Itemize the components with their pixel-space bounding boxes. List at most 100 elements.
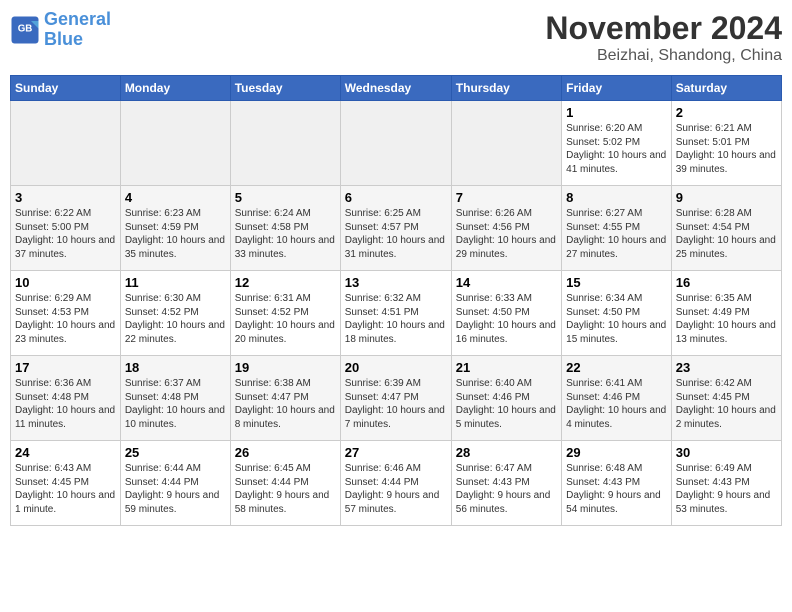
calendar-cell: 13 Sunrise: 6:32 AM Sunset: 4:51 PM Dayli… xyxy=(340,271,451,356)
day-number: 27 xyxy=(345,445,447,460)
day-info: Sunrise: 6:39 AM Sunset: 4:47 PM Dayligh… xyxy=(345,377,447,431)
calendar-header: SundayMondayTuesdayWednesdayThursdayFrid… xyxy=(11,76,782,101)
day-info: Sunrise: 6:37 AM Sunset: 4:48 PM Dayligh… xyxy=(125,377,226,431)
day-number: 5 xyxy=(235,190,336,205)
calendar-cell: 17 Sunrise: 6:36 AM Sunset: 4:48 PM Dayli… xyxy=(11,356,121,441)
day-info: Sunrise: 6:43 AM Sunset: 4:45 PM Dayligh… xyxy=(15,462,116,516)
day-number: 25 xyxy=(125,445,226,460)
day-number: 18 xyxy=(125,360,226,375)
calendar-cell: 27 Sunrise: 6:46 AM Sunset: 4:44 PM Dayli… xyxy=(340,441,451,526)
day-info: Sunrise: 6:20 AM Sunset: 5:02 PM Dayligh… xyxy=(566,122,667,176)
weekday-header-monday: Monday xyxy=(120,76,230,101)
calendar-cell: 18 Sunrise: 6:37 AM Sunset: 4:48 PM Dayli… xyxy=(120,356,230,441)
day-info: Sunrise: 6:35 AM Sunset: 4:49 PM Dayligh… xyxy=(676,292,777,346)
day-info: Sunrise: 6:25 AM Sunset: 4:57 PM Dayligh… xyxy=(345,207,447,261)
calendar-cell xyxy=(11,101,121,186)
day-number: 3 xyxy=(15,190,116,205)
day-info: Sunrise: 6:29 AM Sunset: 4:53 PM Dayligh… xyxy=(15,292,116,346)
calendar-cell: 26 Sunrise: 6:45 AM Sunset: 4:44 PM Dayli… xyxy=(230,441,340,526)
day-number: 6 xyxy=(345,190,447,205)
day-number: 13 xyxy=(345,275,447,290)
day-number: 22 xyxy=(566,360,667,375)
logo-text: General Blue xyxy=(44,10,111,50)
day-info: Sunrise: 6:31 AM Sunset: 4:52 PM Dayligh… xyxy=(235,292,336,346)
day-number: 26 xyxy=(235,445,336,460)
calendar-cell xyxy=(230,101,340,186)
calendar-cell: 2 Sunrise: 6:21 AM Sunset: 5:01 PM Daylig… xyxy=(671,101,781,186)
day-number: 4 xyxy=(125,190,226,205)
calendar-cell: 7Sunrise: 6:26 AM Sunset: 4:56 PM Daylig… xyxy=(451,186,561,271)
logo-line2: Blue xyxy=(44,29,83,49)
calendar-cell: 24Sunrise: 6:43 AM Sunset: 4:45 PM Dayli… xyxy=(11,441,121,526)
weekday-header-tuesday: Tuesday xyxy=(230,76,340,101)
day-info: Sunrise: 6:22 AM Sunset: 5:00 PM Dayligh… xyxy=(15,207,116,261)
day-number: 16 xyxy=(676,275,777,290)
day-info: Sunrise: 6:23 AM Sunset: 4:59 PM Dayligh… xyxy=(125,207,226,261)
calendar-cell: 28 Sunrise: 6:47 AM Sunset: 4:43 PM Dayli… xyxy=(451,441,561,526)
day-info: Sunrise: 6:48 AM Sunset: 4:43 PM Dayligh… xyxy=(566,462,667,516)
weekday-header-saturday: Saturday xyxy=(671,76,781,101)
day-number: 28 xyxy=(456,445,557,460)
calendar-cell xyxy=(451,101,561,186)
day-number: 23 xyxy=(676,360,777,375)
day-number: 17 xyxy=(15,360,116,375)
day-info: Sunrise: 6:45 AM Sunset: 4:44 PM Dayligh… xyxy=(235,462,336,516)
day-info: Sunrise: 6:27 AM Sunset: 4:55 PM Dayligh… xyxy=(566,207,667,261)
calendar-week-5: 24Sunrise: 6:43 AM Sunset: 4:45 PM Dayli… xyxy=(11,441,782,526)
logo-line1: General xyxy=(44,9,111,29)
weekday-header-row: SundayMondayTuesdayWednesdayThursdayFrid… xyxy=(11,76,782,101)
calendar-body: 1 Sunrise: 6:20 AM Sunset: 5:02 PM Daylig… xyxy=(11,101,782,526)
day-info: Sunrise: 6:32 AM Sunset: 4:51 PM Dayligh… xyxy=(345,292,447,346)
day-info: Sunrise: 6:41 AM Sunset: 4:46 PM Dayligh… xyxy=(566,377,667,431)
calendar-cell: 21Sunrise: 6:40 AM Sunset: 4:46 PM Dayli… xyxy=(451,356,561,441)
day-number: 7 xyxy=(456,190,557,205)
day-info: Sunrise: 6:49 AM Sunset: 4:43 PM Dayligh… xyxy=(676,462,777,516)
day-info: Sunrise: 6:28 AM Sunset: 4:54 PM Dayligh… xyxy=(676,207,777,261)
day-info: Sunrise: 6:21 AM Sunset: 5:01 PM Dayligh… xyxy=(676,122,777,176)
day-number: 8 xyxy=(566,190,667,205)
calendar-cell: 19Sunrise: 6:38 AM Sunset: 4:47 PM Dayli… xyxy=(230,356,340,441)
calendar-cell: 6 Sunrise: 6:25 AM Sunset: 4:57 PM Daylig… xyxy=(340,186,451,271)
day-info: Sunrise: 6:36 AM Sunset: 4:48 PM Dayligh… xyxy=(15,377,116,431)
day-number: 30 xyxy=(676,445,777,460)
calendar-table: SundayMondayTuesdayWednesdayThursdayFrid… xyxy=(10,75,782,526)
day-info: Sunrise: 6:24 AM Sunset: 4:58 PM Dayligh… xyxy=(235,207,336,261)
day-info: Sunrise: 6:44 AM Sunset: 4:44 PM Dayligh… xyxy=(125,462,226,516)
day-number: 1 xyxy=(566,105,667,120)
calendar-cell: 23 Sunrise: 6:42 AM Sunset: 4:45 PM Dayli… xyxy=(671,356,781,441)
svg-text:GB: GB xyxy=(18,23,33,34)
day-number: 9 xyxy=(676,190,777,205)
calendar-week-3: 10 Sunrise: 6:29 AM Sunset: 4:53 PM Dayli… xyxy=(11,271,782,356)
day-number: 2 xyxy=(676,105,777,120)
day-info: Sunrise: 6:46 AM Sunset: 4:44 PM Dayligh… xyxy=(345,462,447,516)
weekday-header-sunday: Sunday xyxy=(11,76,121,101)
logo-icon: GB xyxy=(10,15,40,45)
month-title: November 2024 xyxy=(545,10,782,47)
calendar-cell: 20 Sunrise: 6:39 AM Sunset: 4:47 PM Dayli… xyxy=(340,356,451,441)
weekday-header-wednesday: Wednesday xyxy=(340,76,451,101)
page-header: GB General Blue November 2024 Beizhai, S… xyxy=(10,10,782,65)
calendar-week-2: 3 Sunrise: 6:22 AM Sunset: 5:00 PM Daylig… xyxy=(11,186,782,271)
calendar-cell: 5 Sunrise: 6:24 AM Sunset: 4:58 PM Daylig… xyxy=(230,186,340,271)
day-number: 14 xyxy=(456,275,557,290)
calendar-cell: 25 Sunrise: 6:44 AM Sunset: 4:44 PM Dayli… xyxy=(120,441,230,526)
day-number: 10 xyxy=(15,275,116,290)
day-info: Sunrise: 6:34 AM Sunset: 4:50 PM Dayligh… xyxy=(566,292,667,346)
day-info: Sunrise: 6:33 AM Sunset: 4:50 PM Dayligh… xyxy=(456,292,557,346)
location-title: Beizhai, Shandong, China xyxy=(545,47,782,65)
day-info: Sunrise: 6:40 AM Sunset: 4:46 PM Dayligh… xyxy=(456,377,557,431)
calendar-week-1: 1 Sunrise: 6:20 AM Sunset: 5:02 PM Daylig… xyxy=(11,101,782,186)
calendar-cell: 10 Sunrise: 6:29 AM Sunset: 4:53 PM Dayli… xyxy=(11,271,121,356)
calendar-cell: 11Sunrise: 6:30 AM Sunset: 4:52 PM Dayli… xyxy=(120,271,230,356)
day-number: 15 xyxy=(566,275,667,290)
calendar-cell: 3 Sunrise: 6:22 AM Sunset: 5:00 PM Daylig… xyxy=(11,186,121,271)
day-info: Sunrise: 6:47 AM Sunset: 4:43 PM Dayligh… xyxy=(456,462,557,516)
calendar-cell: 4 Sunrise: 6:23 AM Sunset: 4:59 PM Daylig… xyxy=(120,186,230,271)
day-info: Sunrise: 6:42 AM Sunset: 4:45 PM Dayligh… xyxy=(676,377,777,431)
day-number: 20 xyxy=(345,360,447,375)
logo: GB General Blue xyxy=(10,10,111,50)
calendar-cell: 16 Sunrise: 6:35 AM Sunset: 4:49 PM Dayli… xyxy=(671,271,781,356)
calendar-cell xyxy=(340,101,451,186)
calendar-cell xyxy=(120,101,230,186)
day-info: Sunrise: 6:30 AM Sunset: 4:52 PM Dayligh… xyxy=(125,292,226,346)
